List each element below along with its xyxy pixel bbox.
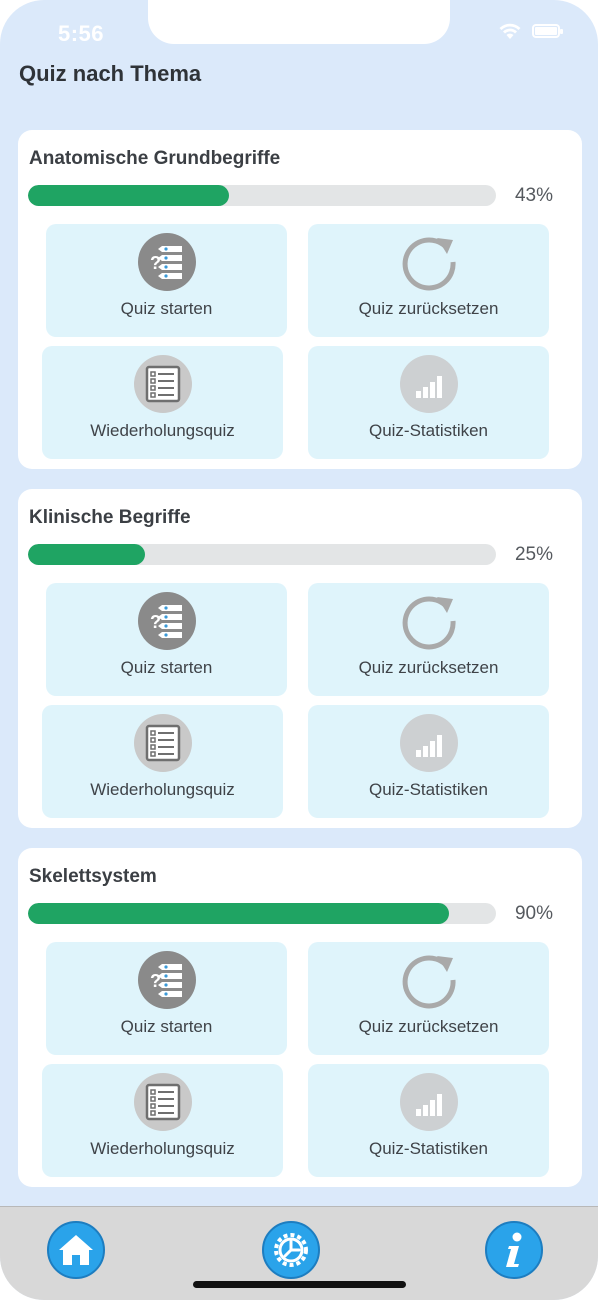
reset-icon xyxy=(402,596,456,650)
checklist-icon xyxy=(133,1073,192,1131)
reset-quiz-button[interactable]: Quiz zurücksetzen xyxy=(308,224,549,337)
start-quiz-label: Quiz starten xyxy=(120,1017,213,1036)
progress-percent: 90% xyxy=(514,903,553,924)
stats-icon xyxy=(399,714,458,772)
progress-fill xyxy=(28,903,450,924)
home-indicator xyxy=(193,1281,406,1288)
device-notch xyxy=(148,0,450,44)
quiz-stats-label: Quiz-Statistiken xyxy=(368,421,489,440)
battery-icon xyxy=(532,24,563,38)
progress-percent: 25% xyxy=(514,544,553,565)
status-icons xyxy=(498,22,563,40)
topic-card: Anatomische Grundbegriffe 43% ? Quiz sta… xyxy=(18,130,582,469)
checklist-icon xyxy=(133,355,192,413)
quiz-list-icon: ? xyxy=(137,592,196,650)
review-quiz-label: Wiederholungsquiz xyxy=(90,421,235,440)
review-quiz-button[interactable]: Wiederholungsquiz xyxy=(42,1064,283,1177)
reset-quiz-label: Quiz zurücksetzen xyxy=(358,1017,499,1036)
svg-text:?: ? xyxy=(150,612,161,632)
page-title: Quiz nach Thema xyxy=(19,61,202,86)
start-quiz-button[interactable]: ? Quiz starten xyxy=(46,942,287,1055)
topic-title: Anatomische Grundbegriffe xyxy=(29,148,281,169)
start-quiz-label: Quiz starten xyxy=(120,299,213,318)
tab-info[interactable] xyxy=(485,1221,543,1279)
reset-quiz-button[interactable]: Quiz zurücksetzen xyxy=(308,942,549,1055)
svg-text:?: ? xyxy=(150,971,161,991)
quiz-list-icon: ? xyxy=(137,951,196,1009)
review-quiz-button[interactable]: Wiederholungsquiz xyxy=(42,705,283,818)
gear-icon xyxy=(274,1233,308,1267)
progress-fill xyxy=(28,185,230,206)
start-quiz-button[interactable]: ? Quiz starten xyxy=(46,583,287,696)
start-quiz-button[interactable]: ? Quiz starten xyxy=(46,224,287,337)
review-quiz-label: Wiederholungsquiz xyxy=(90,1139,235,1158)
topic-title: Klinische Begriffe xyxy=(29,507,191,528)
start-quiz-label: Quiz starten xyxy=(120,658,213,677)
progress-bar xyxy=(28,544,496,565)
progress-fill xyxy=(28,544,145,565)
wifi-icon xyxy=(499,23,521,39)
tab-settings[interactable] xyxy=(262,1221,320,1279)
topic-card: Klinische Begriffe 25% ? Quiz starten Qu… xyxy=(18,489,582,828)
progress-bar xyxy=(28,903,496,924)
info-icon xyxy=(506,1232,522,1267)
reset-icon xyxy=(402,237,456,291)
reset-quiz-label: Quiz zurücksetzen xyxy=(358,299,499,318)
status-time: 5:56 xyxy=(58,21,105,46)
progress-bar xyxy=(28,185,496,206)
tab-home[interactable] xyxy=(47,1221,105,1279)
quiz-stats-button[interactable]: Quiz-Statistiken xyxy=(308,1064,549,1177)
topic-title: Skelettsystem xyxy=(29,866,157,887)
quiz-stats-button[interactable]: Quiz-Statistiken xyxy=(308,346,549,459)
review-quiz-button[interactable]: Wiederholungsquiz xyxy=(42,346,283,459)
reset-quiz-label: Quiz zurücksetzen xyxy=(358,658,499,677)
app-screen: 5:56 Quiz nach Thema Anatomische Grundbe… xyxy=(0,0,598,1300)
stats-icon xyxy=(399,355,458,413)
reset-quiz-button[interactable]: Quiz zurücksetzen xyxy=(308,583,549,696)
quiz-list-icon: ? xyxy=(137,233,196,291)
quiz-stats-label: Quiz-Statistiken xyxy=(368,780,489,799)
quiz-stats-label: Quiz-Statistiken xyxy=(368,1139,489,1158)
reset-icon xyxy=(402,955,456,1009)
quiz-stats-button[interactable]: Quiz-Statistiken xyxy=(308,705,549,818)
stats-icon xyxy=(399,1073,458,1131)
topic-card: Skelettsystem 90% ? Quiz starten Quiz zu… xyxy=(18,848,582,1187)
review-quiz-label: Wiederholungsquiz xyxy=(90,780,235,799)
progress-percent: 43% xyxy=(514,185,553,206)
checklist-icon xyxy=(133,714,192,772)
svg-text:?: ? xyxy=(150,253,161,273)
home-icon xyxy=(59,1235,93,1265)
